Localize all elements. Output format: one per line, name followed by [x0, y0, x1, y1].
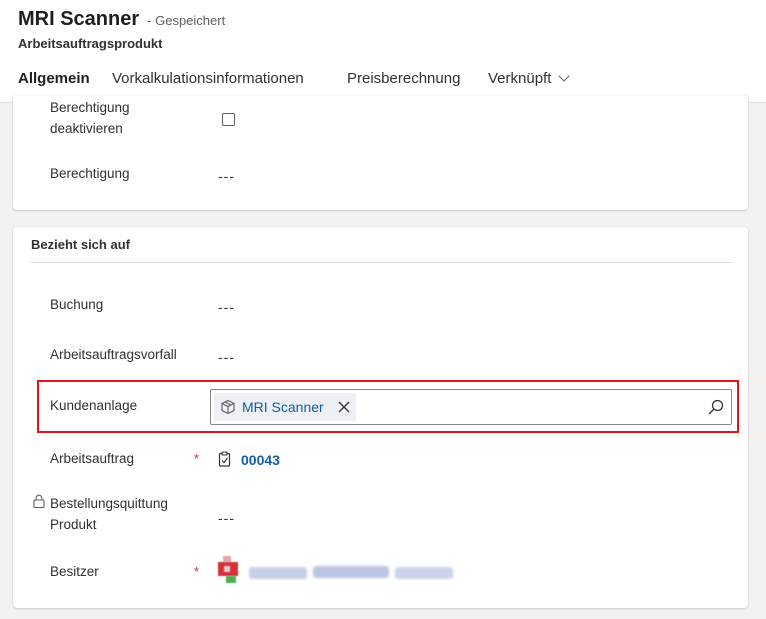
required-indicator: * — [194, 564, 200, 579]
search-icon[interactable] — [707, 398, 725, 416]
avatar[interactable] — [218, 556, 244, 584]
tab-preisberechnung[interactable]: Preisberechnung — [347, 70, 460, 87]
required-indicator: * — [194, 451, 200, 466]
tab-verknuepft[interactable]: Verknüpft — [488, 70, 571, 87]
general-section-card: Berechtigung deaktivieren Berechtigung -… — [13, 96, 748, 210]
lock-icon — [33, 494, 45, 508]
label-line: Bestellungsquittung — [50, 496, 168, 511]
section-title: Bezieht sich auf — [31, 237, 130, 252]
label-line: Berechtigung — [50, 100, 130, 115]
besitzer-label: Besitzer — [50, 564, 99, 579]
tab-allgemein[interactable]: Allgemein — [18, 70, 90, 87]
section-divider — [30, 262, 733, 263]
buchung-value[interactable]: --- — [218, 299, 235, 315]
entity-name: Arbeitsauftragsprodukt — [18, 36, 163, 51]
tab-verknuepft-label: Verknüpft — [488, 70, 552, 87]
bestellungsquittung-value: --- — [218, 510, 235, 526]
tab-vorkalkulation[interactable]: Vorkalkulationsinformationen — [112, 70, 304, 87]
close-icon[interactable] — [338, 401, 350, 413]
label-line: Produkt — [50, 517, 97, 532]
arbeitsauftrag-label: Arbeitsauftrag — [50, 451, 135, 466]
berechtigung-deaktivieren-checkbox[interactable] — [222, 113, 235, 126]
label-line: deaktivieren — [50, 121, 123, 136]
kundenanlage-tag-label[interactable]: MRI Scanner — [242, 399, 324, 415]
kundenanlage-lookup-field[interactable]: MRI Scanner — [210, 389, 732, 425]
berechtigung-label: Berechtigung — [50, 166, 130, 181]
record-title: MRI Scanner — [18, 8, 140, 30]
buchung-label: Buchung — [50, 297, 104, 312]
berechtigung-value[interactable]: --- — [218, 168, 235, 184]
arbeitsauftragsvorfall-value[interactable]: --- — [218, 349, 235, 365]
clipboard-icon — [218, 451, 231, 467]
form-header: MRI Scanner - Gespeichert Arbeitsauftrag… — [0, 0, 766, 103]
product-box-icon — [221, 399, 235, 415]
besitzer-name-redacted[interactable] — [249, 565, 459, 581]
arbeitsauftragsvorfall-label: Arbeitsauftragsvorfall — [50, 347, 177, 362]
kundenanlage-selected-tag[interactable]: MRI Scanner — [214, 393, 356, 421]
title-row: MRI Scanner - Gespeichert — [18, 8, 225, 31]
save-status: - Gespeichert — [147, 13, 226, 28]
chevron-down-icon — [558, 70, 571, 82]
berechtigung-deaktivieren-label: Berechtigung deaktivieren — [50, 97, 130, 139]
bestellungsquittung-label: Bestellungsquittung Produkt — [50, 493, 168, 535]
arbeitsauftrag-link[interactable]: 00043 — [241, 452, 280, 468]
